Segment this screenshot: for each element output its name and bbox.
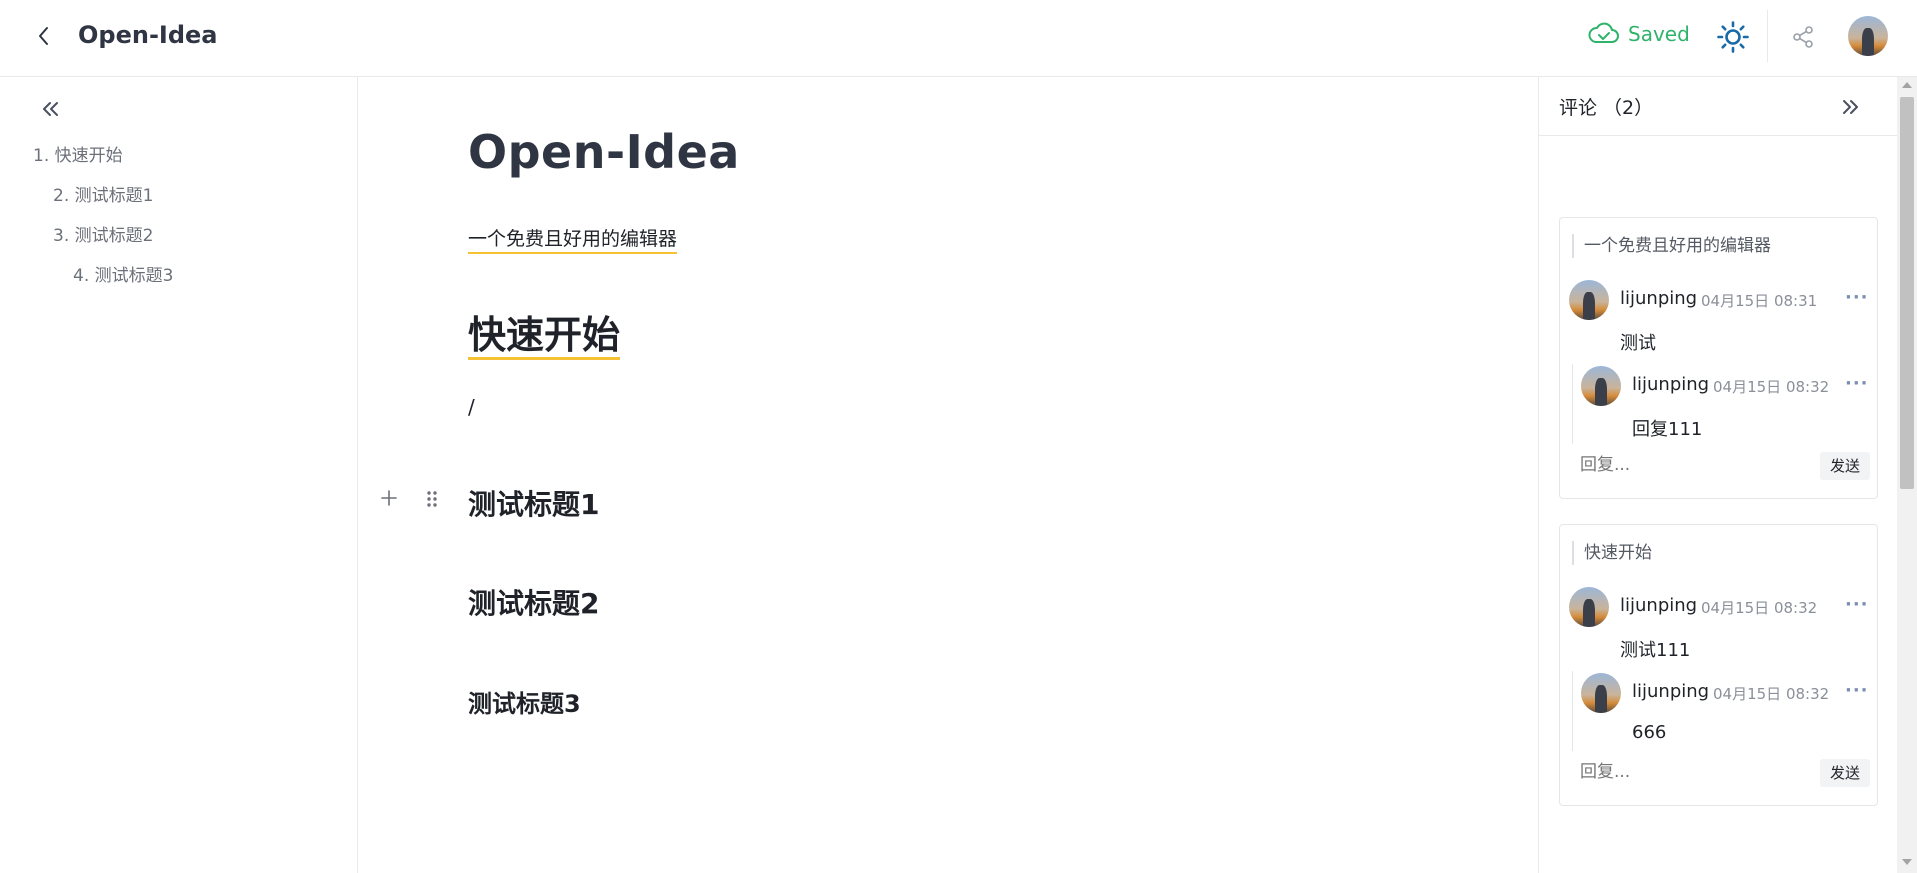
avatar <box>1569 587 1609 627</box>
theme-toggle-button[interactable] <box>1716 20 1750 54</box>
outline-item[interactable]: 2. 测试标题1 <box>53 181 153 206</box>
collapse-comments-button[interactable] <box>1837 93 1865 121</box>
more-options-button[interactable]: ··· <box>1845 373 1869 394</box>
chevron-left-icon <box>39 27 48 45</box>
comment-card: 快速开始 lijunping 04月15日 08:32 ··· 测试111 li… <box>1559 524 1878 806</box>
reply-text: 回复111 <box>1632 419 1703 440</box>
comment-text: 测试 <box>1620 333 1656 354</box>
drag-block-handle[interactable] <box>424 489 440 509</box>
comments-title: 评论 （2） <box>1559 97 1654 119</box>
scrollbar[interactable] <box>1897 77 1917 873</box>
heading-2[interactable]: 测试标题2 <box>468 582 599 622</box>
drag-handle-icon <box>427 491 437 507</box>
paragraph-text[interactable]: / <box>468 395 475 419</box>
reply-input[interactable] <box>1580 762 1800 782</box>
document-title: Open-Idea <box>78 21 218 49</box>
more-options-button[interactable]: ··· <box>1845 680 1869 701</box>
commented-paragraph[interactable]: 一个免费且好用的编辑器 <box>468 224 678 254</box>
reply-author: lijunping <box>1632 374 1710 395</box>
scroll-down-arrow[interactable] <box>1902 859 1912 865</box>
add-block-button[interactable] <box>378 487 400 509</box>
comment-card: 一个免费且好用的编辑器 lijunping 04月15日 08:31 ··· 测… <box>1559 217 1878 499</box>
outline-item[interactable]: 4. 测试标题3 <box>73 261 173 286</box>
reply-divider <box>1572 671 1573 751</box>
top-bar: Open-Idea Saved <box>0 0 1917 77</box>
reply-time: 04月15日 08:32 <box>1713 378 1830 396</box>
comment-quote[interactable]: 快速开始 <box>1572 541 1652 565</box>
comments-panel: 评论 （2） 一个免费且好用的编辑器 lijunping 04月15日 08:3… <box>1538 77 1897 873</box>
reply-time: 04月15日 08:32 <box>1713 685 1830 703</box>
scrollbar-thumb[interactable] <box>1900 97 1914 489</box>
reply-author: lijunping <box>1632 681 1710 702</box>
send-button[interactable]: 发送 <box>1820 452 1870 480</box>
outline-sidebar: 1. 快速开始 2. 测试标题1 3. 测试标题2 4. 测试标题3 <box>0 77 358 873</box>
plus-icon <box>381 490 397 506</box>
saved-label: Saved <box>1628 22 1690 46</box>
share-icon <box>1793 26 1813 48</box>
heading-2[interactable]: 测试标题1 <box>468 483 599 523</box>
heading-1[interactable]: 快速开始 <box>468 313 621 360</box>
comment-quote[interactable]: 一个免费且好用的编辑器 <box>1572 234 1771 258</box>
comment-author: lijunping <box>1620 595 1698 616</box>
document-heading[interactable]: Open-Idea <box>468 125 740 179</box>
outline-item[interactable]: 1. 快速开始 <box>33 141 123 166</box>
comment-time: 04月15日 08:32 <box>1701 599 1818 617</box>
reply-input[interactable] <box>1580 455 1800 475</box>
cloud-check-icon <box>1588 22 1619 43</box>
header-divider <box>1767 10 1768 62</box>
send-button[interactable]: 发送 <box>1820 759 1870 787</box>
outline-item[interactable]: 3. 测试标题2 <box>53 221 153 246</box>
comment-author: lijunping <box>1620 288 1698 309</box>
comment-text: 测试111 <box>1620 640 1691 661</box>
heading-3[interactable]: 测试标题3 <box>468 684 581 719</box>
editor-area[interactable]: Open-Idea 一个免费且好用的编辑器 快速开始 / 测试标题1 测试标题2… <box>358 77 1538 873</box>
avatar <box>1581 673 1621 713</box>
reply-text: 666 <box>1632 722 1667 743</box>
user-avatar[interactable] <box>1848 16 1888 56</box>
scroll-up-arrow[interactable] <box>1902 82 1912 88</box>
comment-time: 04月15日 08:31 <box>1701 292 1818 310</box>
sun-icon <box>1717 21 1749 53</box>
avatar <box>1581 366 1621 406</box>
back-button[interactable] <box>30 22 58 50</box>
comments-header: 评论 （2） <box>1539 77 1897 136</box>
more-options-button[interactable]: ··· <box>1845 287 1869 308</box>
collapse-outline-button[interactable] <box>36 95 64 123</box>
more-options-button[interactable]: ··· <box>1845 594 1869 615</box>
share-button[interactable] <box>1790 24 1816 50</box>
double-chevron-left-icon <box>43 102 58 116</box>
double-chevron-right-icon <box>1843 100 1858 114</box>
reply-divider <box>1572 364 1573 444</box>
save-status: Saved <box>1588 22 1690 46</box>
avatar <box>1569 280 1609 320</box>
